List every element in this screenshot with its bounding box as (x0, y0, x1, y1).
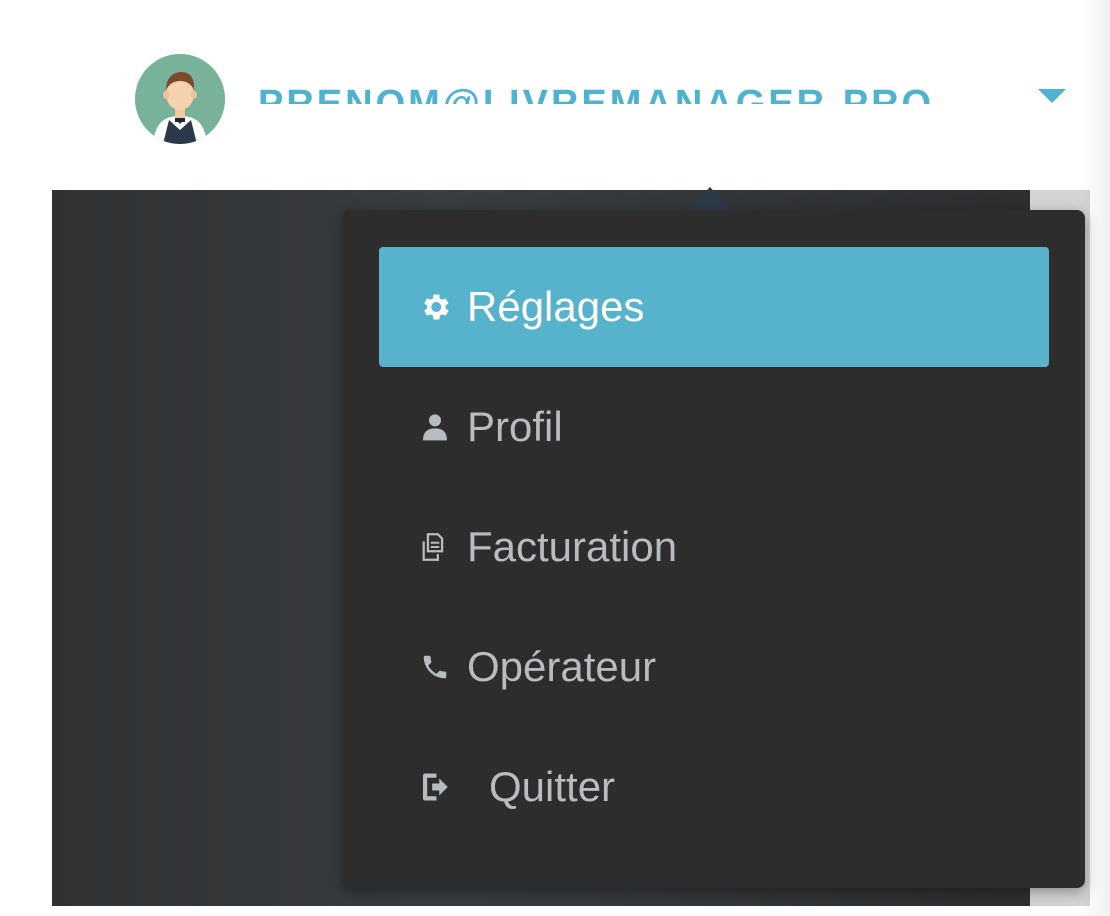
user-dropdown-menu: Réglages Profil Facturation Opérateur Qu… (342, 210, 1085, 888)
dropdown-pointer (688, 187, 732, 211)
phone-icon (417, 649, 453, 685)
avatar[interactable] (135, 54, 225, 144)
gear-icon (417, 289, 453, 325)
menu-item-label: Réglages (467, 283, 645, 330)
menu-item-settings[interactable]: Réglages (379, 247, 1049, 367)
copy-documents-icon (417, 529, 453, 565)
menu-item-logout[interactable]: Quitter (379, 727, 1049, 847)
menu-item-label: Quitter (489, 763, 616, 810)
username[interactable]: PRENOM@LIVREMANAGER-PRO (258, 60, 1008, 104)
top-header: PRENOM@LIVREMANAGER-PRO (0, 0, 1090, 190)
menu-item-billing[interactable]: Facturation (379, 487, 1049, 607)
menu-item-label: Facturation (467, 523, 678, 570)
caret-down-icon[interactable] (1038, 89, 1066, 103)
user-icon (417, 409, 453, 445)
menu-item-operator[interactable]: Opérateur (379, 607, 1049, 727)
menu-item-label: Opérateur (467, 643, 657, 690)
waiter-avatar-icon (135, 54, 225, 144)
menu-item-profile[interactable]: Profil (379, 367, 1049, 487)
sign-out-icon (417, 769, 453, 805)
page: PRENOM@LIVREMANAGER-PRO Réglages Profil (0, 0, 1110, 916)
menu-item-label: Profil (467, 403, 563, 450)
